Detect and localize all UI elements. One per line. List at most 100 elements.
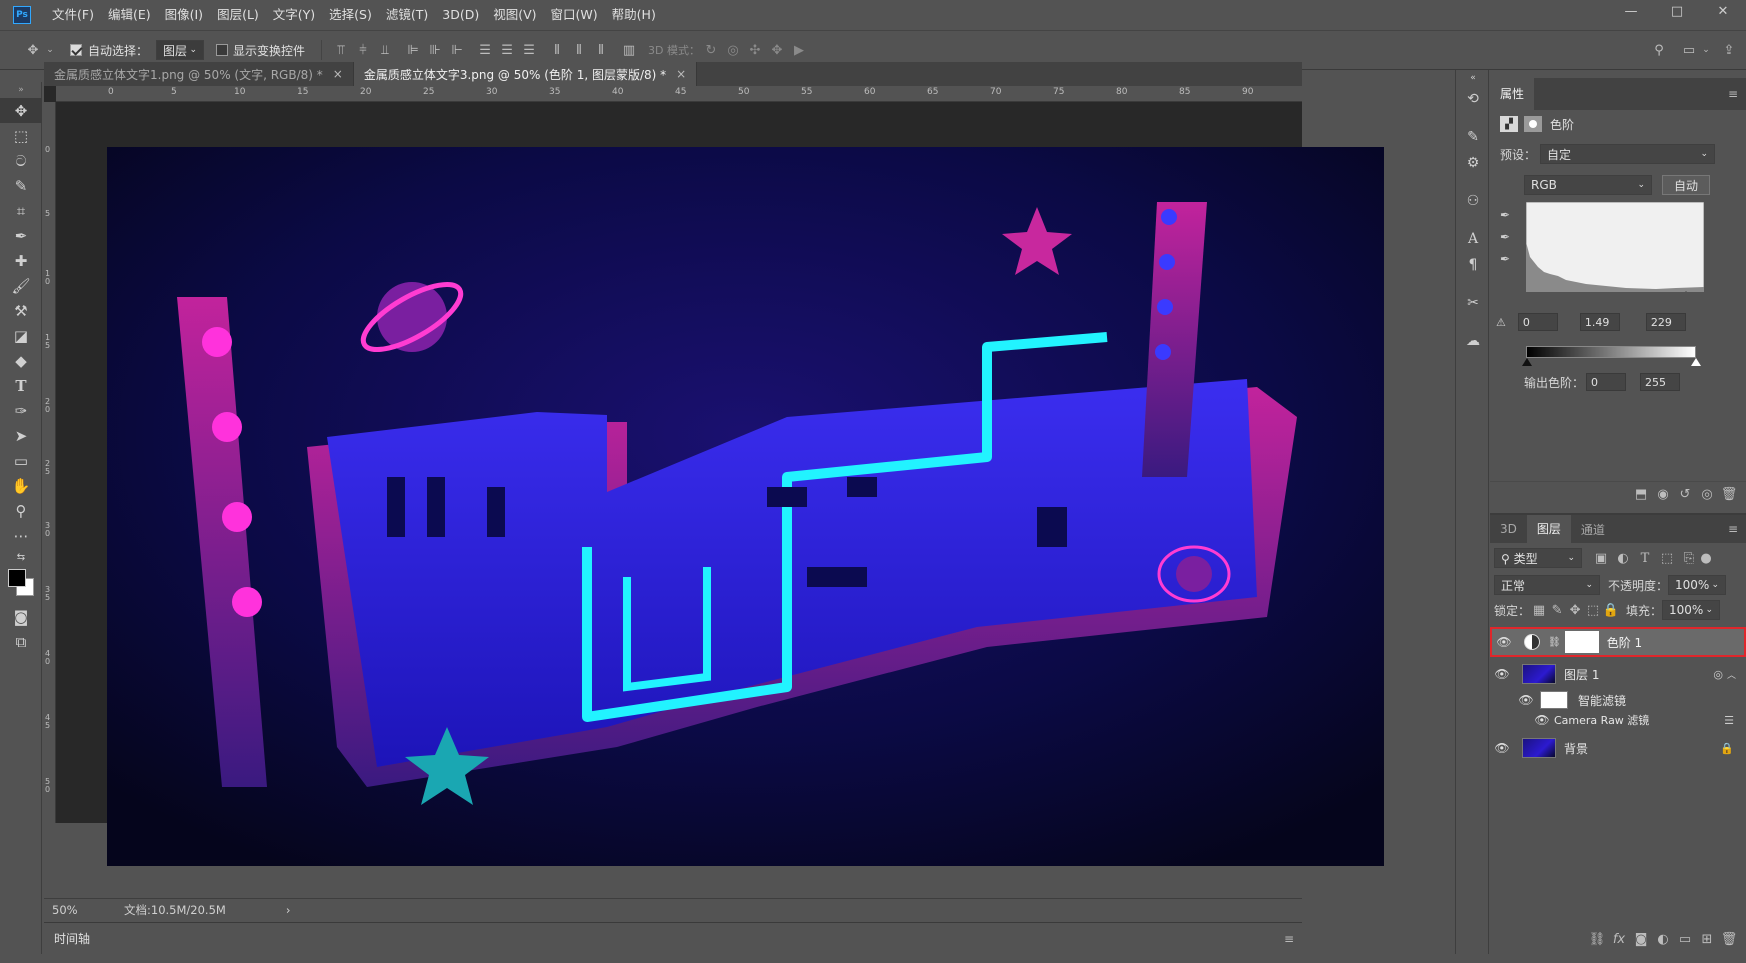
stamp-tool[interactable]: ⚒ [0,298,42,323]
pen-tool[interactable]: ✑ [0,398,42,423]
properties-title[interactable]: 属性 [1490,78,1535,110]
minimize-button[interactable]: — [1608,0,1654,22]
marquee-tool[interactable]: ⬚ [0,123,42,148]
brush-settings-icon[interactable]: ✎ [1456,124,1490,150]
chevron-down-icon[interactable]: ⌄ [1700,39,1712,61]
preset-select[interactable]: 自定 ⌄ [1540,144,1716,164]
channel-select[interactable]: RGB ⌄ [1524,175,1652,195]
layer-name[interactable]: 色阶 1 [1607,634,1642,651]
output-black-handle[interactable] [1522,358,1532,366]
menu-window[interactable]: 窗口(W) [544,0,605,30]
timeline-tab[interactable]: 时间轴 [54,930,90,947]
trash-icon[interactable]: 🗑 [1718,484,1740,506]
mask-icon[interactable] [1524,116,1542,132]
close-tab-icon[interactable]: × [676,67,686,81]
align-vcenter-icon[interactable]: ⫩ [352,39,374,61]
3d-roll-icon[interactable]: ◎ [722,39,744,61]
clone-source-icon[interactable]: ⚇ [1456,188,1490,214]
tab-3d[interactable]: 3D [1490,522,1527,536]
filter-options-icon[interactable]: ☰ [1724,714,1734,727]
tab-layers[interactable]: 图层 [1526,515,1571,543]
color-swatches[interactable] [0,566,42,596]
move-tool[interactable]: ✥ [0,98,42,123]
layer-name[interactable]: Camera Raw 滤镜 [1554,712,1649,728]
filter-pixel-icon[interactable]: ▣ [1590,547,1612,569]
link-icon[interactable]: ⛓ [1548,637,1561,648]
menu-layer[interactable]: 图层(L) [210,0,266,30]
filter-type-icon[interactable]: T [1634,547,1656,569]
collapse-icon[interactable]: « [1456,70,1490,86]
filter-adjustment-icon[interactable]: ◐ [1612,547,1634,569]
lock-position-icon[interactable]: ✥ [1566,599,1584,621]
layer-row-levels[interactable]: 👁 ⛓ 色阶 1 [1490,627,1746,657]
lasso-tool[interactable]: ට [0,148,42,173]
paragraph-icon[interactable]: ¶ [1456,252,1490,278]
fill-field[interactable]: 100% ⌄ [1662,600,1721,620]
crop-tool[interactable]: ⌗ [0,198,42,223]
new-group-icon[interactable]: ▭ [1674,928,1696,950]
foreground-color-swatch[interactable] [8,569,26,587]
clipping-warning-icon[interactable]: ⚠ [1496,316,1506,329]
menu-view[interactable]: 视图(V) [486,0,543,30]
rectangle-tool[interactable]: ▭ [0,448,42,473]
hand-tool[interactable]: ✋ [0,473,42,498]
align-hcenter-icon[interactable]: ⊪ [424,39,446,61]
panel-menu-icon[interactable]: ≡ [1728,522,1738,536]
lock-all-icon[interactable]: 🔒 [1602,599,1620,621]
opacity-field[interactable]: 100% ⌄ [1668,575,1727,595]
gray-eyedropper-icon[interactable]: ✒ [1500,230,1510,244]
input-gamma-field[interactable]: 1.49 [1579,313,1620,331]
zoom-level[interactable]: 50% [52,903,108,917]
layer-name[interactable]: 图层 1 [1564,666,1599,683]
distribute-right-icon[interactable]: ⦀ [590,39,612,61]
menu-filter[interactable]: 滤镜(T) [379,0,435,30]
visibility-eye-icon[interactable]: 👁 [1514,693,1538,707]
menu-type[interactable]: 文字(Y) [266,0,322,30]
auto-align-icon[interactable]: ▥ [618,39,640,61]
menu-help[interactable]: 帮助(H) [605,0,663,30]
menu-3d[interactable]: 3D(D) [435,0,486,30]
distribute-left-icon[interactable]: ⦀ [546,39,568,61]
lock-icon[interactable]: 🔒 [1720,742,1734,755]
filter-shape-icon[interactable]: ⬚ [1656,547,1678,569]
eyedropper-tool[interactable]: ✒ [0,223,42,248]
panel-menu-icon[interactable]: ≡ [1728,87,1738,101]
visibility-eye-icon[interactable]: 👁 [1490,741,1514,755]
visibility-icon[interactable]: ◎ [1696,484,1718,506]
output-white-handle[interactable] [1691,358,1701,366]
3d-drag-icon[interactable]: ✣ [744,39,766,61]
output-black-field[interactable]: 0 [1586,373,1627,391]
type-tool[interactable]: T [0,373,42,398]
history-icon[interactable]: ⟲ [1456,86,1490,112]
menu-edit[interactable]: 编辑(E) [101,0,158,30]
eraser-tool[interactable]: ◪ [0,323,42,348]
fx-icon[interactable]: fx [1608,928,1630,950]
visibility-eye-icon[interactable]: 👁 [1490,667,1514,681]
character-icon[interactable]: A [1456,226,1490,252]
black-eyedropper-icon[interactable]: ✒ [1500,208,1510,222]
output-slider[interactable] [1490,340,1746,370]
layer-row-smart-filters[interactable]: 👁 智能滤镜 [1490,689,1746,711]
close-tab-icon[interactable]: × [333,67,343,81]
new-adjustment-icon[interactable]: ◐ [1652,928,1674,950]
quick-select-tool[interactable]: ✎ [0,173,42,198]
link-layers-icon[interactable]: ⛓ [1586,928,1608,950]
adjustments-icon[interactable]: ⚙ [1456,150,1490,176]
path-select-tool[interactable]: ➤ [0,423,42,448]
lock-pixels-icon[interactable]: ✎ [1548,599,1566,621]
menu-file[interactable]: 文件(F) [45,0,101,30]
input-black-field[interactable]: 0 [1517,313,1558,331]
lock-artboard-icon[interactable]: ⬚ [1584,599,1602,621]
distribute-bottom-icon[interactable]: ☰ [518,39,540,61]
zoom-tool[interactable]: ⚲ [0,498,42,523]
layer-row-camera-raw[interactable]: 👁 Camera Raw 滤镜 ☰ [1490,711,1746,729]
visibility-eye-icon[interactable]: 👁 [1534,713,1550,727]
filter-smart-icon[interactable]: ⎘ [1678,547,1700,569]
brush-tool[interactable]: 🖌 [0,273,42,298]
auto-select-checkbox[interactable] [70,44,82,56]
layer-row-background[interactable]: 👁 背景 🔒 [1490,733,1746,763]
lock-transparent-icon[interactable]: ▦ [1530,599,1548,621]
menu-select[interactable]: 选择(S) [322,0,379,30]
auto-button[interactable]: 自动 [1662,175,1710,195]
swap-colors-icon[interactable]: ⇆ [0,548,42,566]
